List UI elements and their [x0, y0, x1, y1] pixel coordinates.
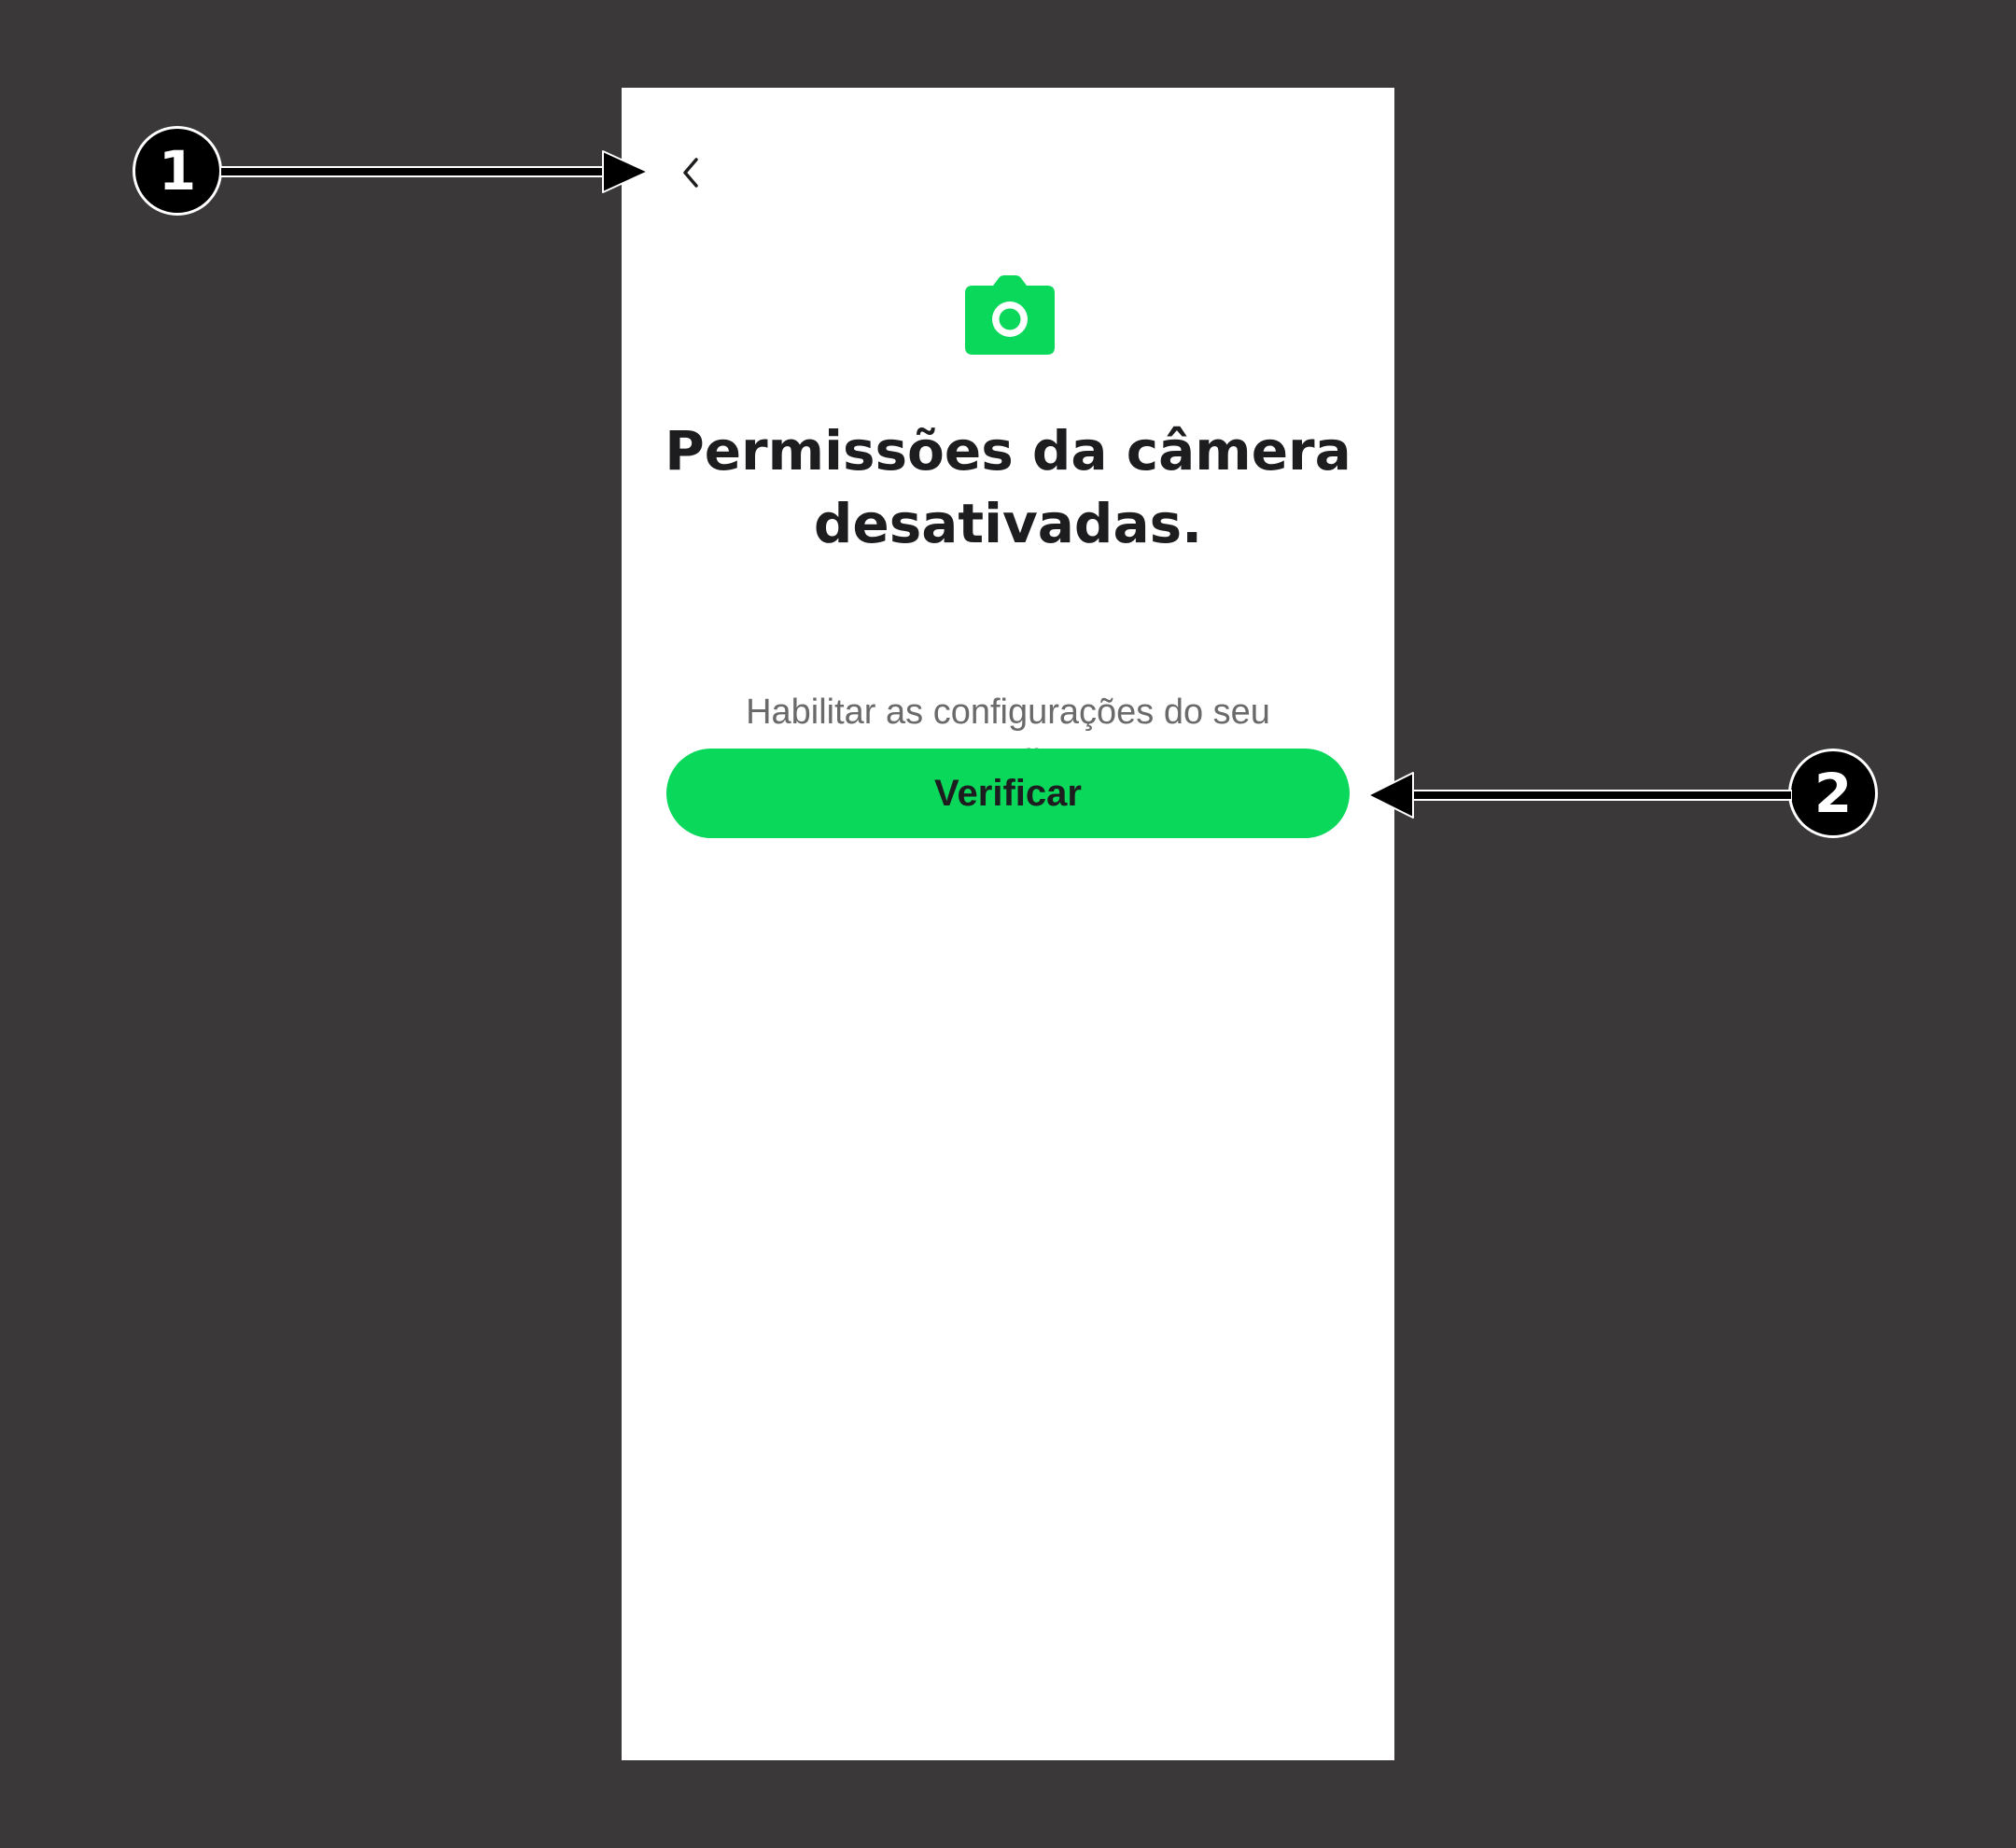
annotation-arrow-1 [220, 150, 649, 193]
page-title: Permissões da câmera desativadas. [665, 419, 1351, 555]
annotation-badge-1: 1 [133, 126, 222, 216]
app-screen: Permissões da câmera desativadas. Habili… [622, 88, 1394, 1760]
verify-button[interactable]: Verificar [666, 749, 1350, 838]
annotation-badge-2: 2 [1788, 749, 1878, 838]
annotation-arrow-2 [1367, 772, 1792, 819]
back-button[interactable] [668, 149, 715, 196]
camera-icon [965, 275, 1055, 355]
chevron-left-icon [683, 158, 698, 188]
